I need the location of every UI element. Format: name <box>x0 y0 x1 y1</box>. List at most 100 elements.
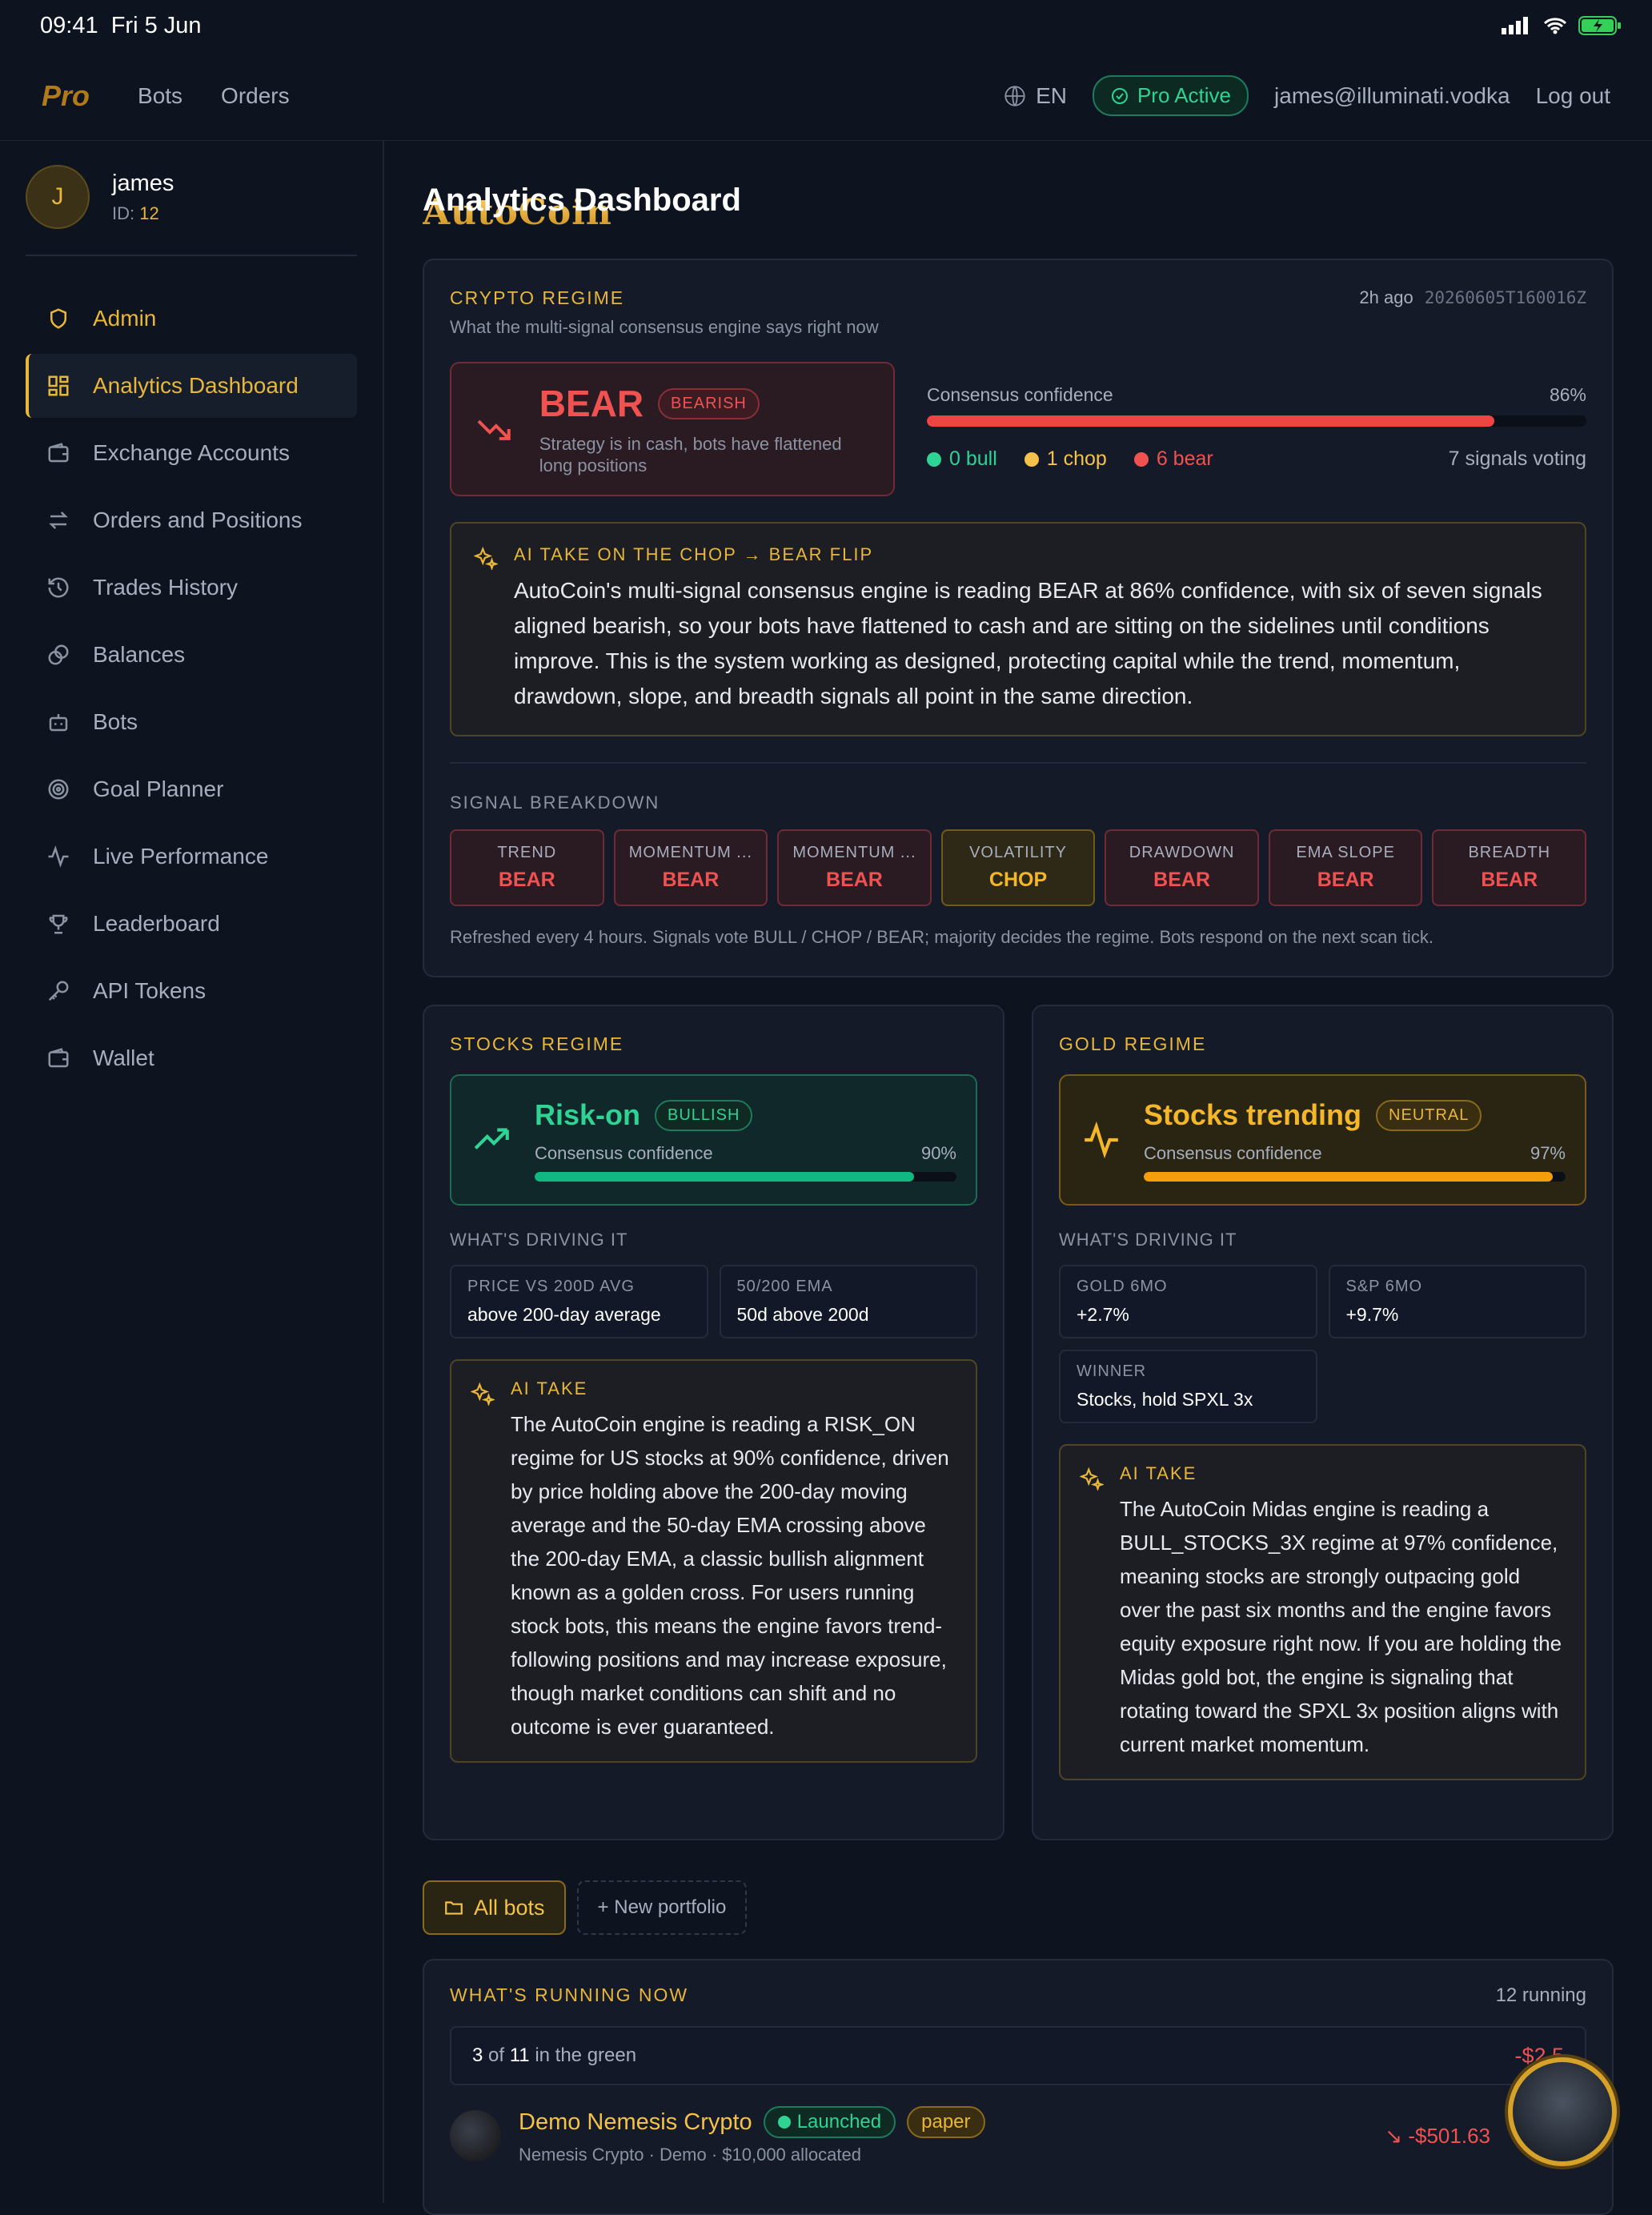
bot-row[interactable]: Demo Nemesis Crypto Launched paper Nemes… <box>450 2106 1586 2165</box>
bearish-badge: BEARISH <box>658 387 760 419</box>
bullish-badge: BULLISH <box>655 1099 753 1131</box>
confidence-value: 90% <box>920 1143 956 1163</box>
driver-winner: WINNER Stocks, hold SPXL 3x <box>1059 1350 1317 1423</box>
user-profile[interactable]: J james ID: 12 <box>26 141 357 256</box>
gold-ai-label: AI TAKE <box>1120 1463 1197 1483</box>
sidebar-item-trades-history[interactable]: Trades History <box>26 556 357 620</box>
crypto-timestamp: 2h ago 20260605T160016Z <box>1359 287 1586 338</box>
key-icon <box>48 981 69 1001</box>
sidebar-item-wallet[interactable]: Wallet <box>26 1026 357 1090</box>
sidebar-item-analytics-dashboard[interactable]: Analytics Dashboard <box>26 354 357 418</box>
sidebar: J james ID: 12 Admin Analytics Dashboard… <box>0 141 384 2203</box>
wallet-icon <box>48 1048 69 1068</box>
stocks-ai-take: AI TAKE The AutoCoin engine is reading a… <box>450 1359 977 1763</box>
history-icon <box>48 577 69 598</box>
trending-down-icon <box>477 419 511 440</box>
driver-sp-6mo: S&P 6MO +9.7% <box>1328 1265 1586 1338</box>
bear-votes: 6 bear <box>1133 447 1213 471</box>
logo-pro-text: Pro <box>42 78 90 112</box>
divider <box>450 762 1586 764</box>
bot-icon <box>49 714 68 732</box>
crypto-ai-take: AI TAKE ON THE CHOP → BEAR FLIP AutoCoin… <box>450 522 1586 736</box>
crypto-regime-subtitle: What the multi-signal consensus engine s… <box>450 317 879 337</box>
main-content: Analytics Dashboard CRYPTO REGIME What t… <box>423 141 1614 2215</box>
wifi-icon <box>1543 18 1567 34</box>
sidebar-item-admin[interactable]: Admin <box>26 287 357 351</box>
check-circle-icon <box>1111 87 1128 104</box>
grid-icon <box>48 375 69 396</box>
top-navigation: AutoCoin Pro Bots Orders EN Pro Active j… <box>0 51 1652 234</box>
sidebar-item-leaderboard[interactable]: Leaderboard <box>26 892 357 956</box>
sidebar-item-orders-and-positions[interactable]: Orders and Positions <box>26 488 357 552</box>
confidence-bar <box>535 1172 956 1182</box>
nav-link-orders[interactable]: Orders <box>221 83 290 109</box>
stocks-ai-label: AI TAKE <box>511 1378 588 1398</box>
profile-id-label: ID: <box>112 203 135 223</box>
running-count: 12 running <box>1495 1984 1586 2006</box>
sidebar-item-label: Wallet <box>93 1045 154 1070</box>
in-the-green-summary: 3 of 11 in the green -$2.5 <box>450 2026 1586 2085</box>
crypto-stamp: 20260605T160016Z <box>1424 288 1586 307</box>
confidence-bar-fill <box>535 1172 915 1182</box>
neutral-badge: NEUTRAL <box>1376 1099 1482 1131</box>
sidebar-item-balances[interactable]: Balances <box>26 623 357 687</box>
gold-ai-take: AI TAKE The AutoCoin Midas engine is rea… <box>1059 1444 1586 1780</box>
sidebar-item-label: Leaderboard <box>93 911 220 936</box>
running-now-card: WHAT'S RUNNING NOW 12 running 3 of 11 in… <box>423 1959 1614 2215</box>
sidebar-item-api-tokens[interactable]: API Tokens <box>26 959 357 1023</box>
bot-meta: Nemesis Crypto · Demo · $10,000 allocate… <box>519 2145 861 2165</box>
crypto-regime-value: BEAR <box>539 383 644 424</box>
running-title: WHAT'S RUNNING NOW <box>450 1984 689 2005</box>
stocks-ai-text: The AutoCoin engine is reading a RISK_ON… <box>511 1412 949 1739</box>
user-email[interactable]: james@illuminati.vodka <box>1274 83 1510 109</box>
chop-votes: 1 chop <box>1024 447 1107 471</box>
sidebar-item-exchange-accounts[interactable]: Exchange Accounts <box>26 421 357 485</box>
confidence-value: 97% <box>1530 1143 1566 1163</box>
sidebar-item-live-performance[interactable]: Live Performance <box>26 825 357 889</box>
language-label: EN <box>1036 82 1067 108</box>
target-icon <box>48 779 69 800</box>
driving-label: WHAT'S DRIVING IT <box>450 1230 628 1250</box>
floating-assistant-button[interactable] <box>1508 2057 1617 2166</box>
signal-momentum-1: MOMENTUM ... BEAR <box>613 829 768 906</box>
paper-badge: paper <box>907 2106 985 2138</box>
sidebar-item-goal-planner[interactable]: Goal Planner <box>26 757 357 821</box>
crypto-regime-title: CRYPTO REGIME <box>450 287 625 308</box>
battery-icon <box>1578 16 1621 35</box>
driver-ema: 50/200 EMA 50d above 200d <box>719 1265 977 1338</box>
logout-link[interactable]: Log out <box>1536 83 1610 109</box>
bot-pnl: ↘ -$501.63 <box>1385 2123 1490 2148</box>
gold-regime-card: GOLD REGIME Stocks trending NEUTRAL Conse… <box>1032 1005 1614 1840</box>
all-bots-label: All bots <box>474 1895 545 1920</box>
sidebar-item-label: Exchange Accounts <box>93 440 290 465</box>
pulse-icon <box>1085 1121 1118 1159</box>
sidebar-item-bots[interactable]: Bots <box>26 690 357 754</box>
gold-ai-text: The AutoCoin Midas engine is reading a B… <box>1120 1497 1562 1756</box>
signal-icon <box>1502 17 1528 34</box>
crypto-ago: 2h ago <box>1359 287 1413 307</box>
launched-badge: Launched <box>763 2106 896 2138</box>
new-portfolio-button[interactable]: + New portfolio <box>576 1880 748 1935</box>
confidence-bar-fill <box>927 415 1494 427</box>
signal-breakdown-label: SIGNAL BREAKDOWN <box>450 793 660 813</box>
signal-drawdown: DRAWDOWN BEAR <box>1105 829 1259 906</box>
all-bots-button[interactable]: All bots <box>423 1880 566 1935</box>
pro-active-label: Pro Active <box>1137 83 1232 107</box>
swap-icon <box>49 512 68 529</box>
stocks-regime-box: Risk-on BULLISH Consensus confidence 90% <box>450 1074 977 1206</box>
sidebar-item-label: Trades History <box>93 575 239 600</box>
nav-link-bots[interactable]: Bots <box>138 83 182 109</box>
driver-gold-6mo: GOLD 6MO +2.7% <box>1059 1265 1317 1338</box>
crypto-ai-text: AutoCoin's multi-signal consensus engine… <box>514 578 1542 708</box>
sidebar-menu: Admin Analytics Dashboard Exchange Accou… <box>0 256 383 1090</box>
pro-active-badge: Pro Active <box>1092 75 1249 116</box>
autocoin-logo[interactable]: AutoCoin Pro <box>42 78 611 234</box>
sidebar-item-label: Admin <box>93 306 157 331</box>
status-date: Fri 5 Jun <box>110 12 202 38</box>
bear-regime-box: BEAR BEARISH Strategy is in cash, bots h… <box>450 362 895 496</box>
avatar: J <box>26 165 90 229</box>
signal-footnote: Refreshed every 4 hours. Signals vote BU… <box>450 927 1433 947</box>
language-selector[interactable]: EN <box>1004 83 1067 109</box>
crypto-regime-desc: Strategy is in cash, bots have flattened… <box>539 434 842 476</box>
bot-name[interactable]: Demo Nemesis Crypto <box>519 2109 752 2136</box>
